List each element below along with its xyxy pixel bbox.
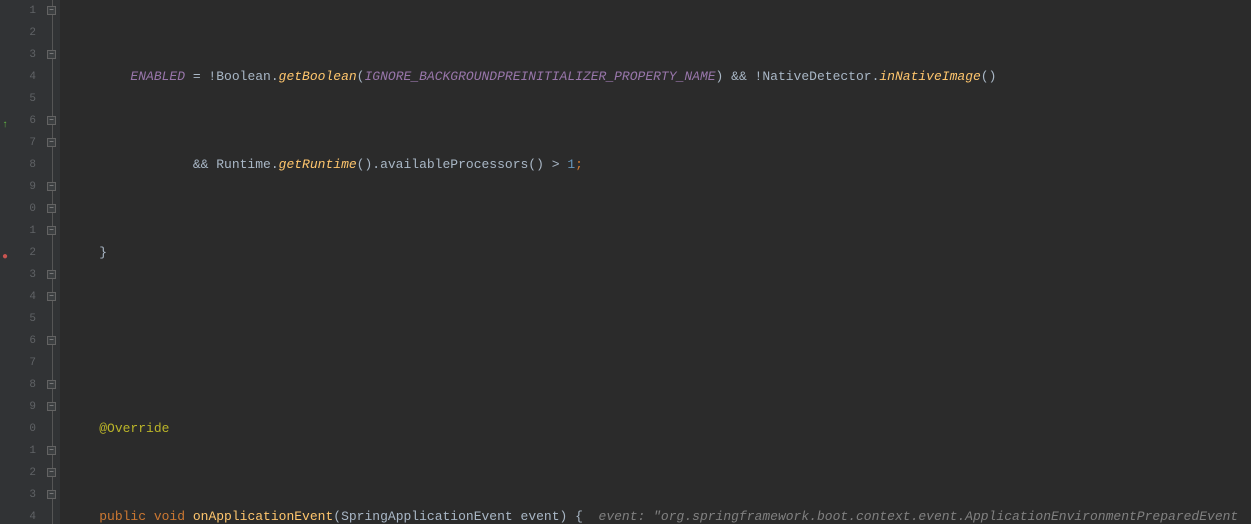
line-number[interactable]: 9 bbox=[0, 396, 36, 418]
line-number[interactable]: 5 bbox=[0, 88, 36, 110]
line-number[interactable]: 1 bbox=[0, 0, 36, 22]
line-number[interactable]: 5 bbox=[0, 308, 36, 330]
indent bbox=[68, 69, 130, 84]
indent bbox=[68, 245, 99, 260]
line-number[interactable]: 2 bbox=[0, 22, 36, 44]
line-number[interactable]: 3 bbox=[0, 484, 36, 506]
line-number[interactable]: 3 bbox=[0, 264, 36, 286]
fold-start-icon[interactable]: − bbox=[47, 138, 56, 147]
line-number[interactable]: 2 bbox=[0, 242, 36, 264]
token-static-method: getRuntime bbox=[279, 157, 357, 172]
token-keyword: public bbox=[99, 509, 154, 524]
token-semicolon: ; bbox=[575, 157, 583, 172]
fold-end-icon[interactable]: − bbox=[47, 446, 56, 455]
fold-end-icon[interactable]: − bbox=[47, 490, 56, 499]
line-number[interactable]: 8 bbox=[0, 374, 36, 396]
line-number[interactable]: 9 bbox=[0, 176, 36, 198]
token-static-field: IGNORE_BACKGROUNDPREINITIALIZER_PROPERTY… bbox=[364, 69, 715, 84]
line-number[interactable]: 0 bbox=[0, 198, 36, 220]
line-number[interactable]: 3 bbox=[0, 44, 36, 66]
fold-start-icon[interactable]: − bbox=[47, 226, 56, 235]
fold-end-icon[interactable]: − bbox=[47, 270, 56, 279]
fold-end-icon[interactable]: − bbox=[47, 380, 56, 389]
line-number[interactable]: 1 bbox=[0, 440, 36, 462]
token-brace: } bbox=[99, 245, 107, 260]
line-number[interactable]: 2 bbox=[0, 462, 36, 484]
token: (SpringApplicationEvent event) { bbox=[333, 509, 583, 524]
line-number[interactable]: 8 bbox=[0, 154, 36, 176]
line-number[interactable]: 4 bbox=[0, 66, 36, 88]
fold-start-icon[interactable]: − bbox=[47, 336, 56, 345]
line-number[interactable]: 4 bbox=[0, 286, 36, 308]
token-method-decl: onApplicationEvent bbox=[193, 509, 333, 524]
fold-end-icon[interactable]: − bbox=[47, 50, 56, 59]
token-static-field: ENABLED bbox=[130, 69, 185, 84]
fold-end-icon[interactable]: − bbox=[47, 182, 56, 191]
token: = !Boolean. bbox=[185, 69, 279, 84]
code-editor[interactable]: ↑● 123456789012345678901234 −−−−−−−−−−−−… bbox=[0, 0, 1251, 524]
token-number: 1 bbox=[567, 157, 575, 172]
line-number[interactable]: 0 bbox=[0, 418, 36, 440]
indent bbox=[68, 509, 99, 524]
indent bbox=[68, 157, 193, 172]
indent bbox=[68, 421, 99, 436]
line-number[interactable]: 7 bbox=[0, 132, 36, 154]
fold-start-icon[interactable]: − bbox=[47, 204, 56, 213]
token: && Runtime. bbox=[193, 157, 279, 172]
line-number[interactable]: 6 bbox=[0, 330, 36, 352]
token-annotation: @Override bbox=[99, 421, 169, 436]
fold-start-icon[interactable]: − bbox=[47, 116, 56, 125]
line-number[interactable]: 1 bbox=[0, 220, 36, 242]
code-line[interactable]: @Override bbox=[60, 418, 1251, 440]
token-keyword: void bbox=[154, 509, 193, 524]
token-static-method: getBoolean bbox=[279, 69, 357, 84]
line-number[interactable]: 4 bbox=[0, 506, 36, 524]
code-line[interactable]: ENABLED = !Boolean.getBoolean(IGNORE_BAC… bbox=[60, 66, 1251, 88]
fold-column[interactable]: − − − − − − − − − − − − − − − bbox=[44, 0, 60, 524]
code-line[interactable]: public void onApplicationEvent(SpringApp… bbox=[60, 506, 1251, 524]
token: ) && !NativeDetector. bbox=[716, 69, 880, 84]
code-line[interactable]: } bbox=[60, 242, 1251, 264]
token-static-method: inNativeImage bbox=[879, 69, 980, 84]
inline-hint: event: "org.springframework.boot.context… bbox=[583, 509, 1238, 524]
code-line[interactable]: && Runtime.getRuntime().availableProcess… bbox=[60, 154, 1251, 176]
fold-start-icon[interactable]: − bbox=[47, 402, 56, 411]
fold-end-icon[interactable]: − bbox=[47, 6, 56, 15]
token: ().availableProcessors() > bbox=[357, 157, 568, 172]
line-number[interactable]: 7 bbox=[0, 352, 36, 374]
fold-end-icon[interactable]: − bbox=[47, 468, 56, 477]
code-line[interactable] bbox=[60, 330, 1251, 352]
fold-start-icon[interactable]: − bbox=[47, 292, 56, 301]
line-number[interactable]: 6 bbox=[0, 110, 36, 132]
line-number-gutter[interactable]: ↑● 123456789012345678901234 bbox=[0, 0, 44, 524]
code-area[interactable]: ENABLED = !Boolean.getBoolean(IGNORE_BAC… bbox=[60, 0, 1251, 524]
token: () bbox=[981, 69, 997, 84]
